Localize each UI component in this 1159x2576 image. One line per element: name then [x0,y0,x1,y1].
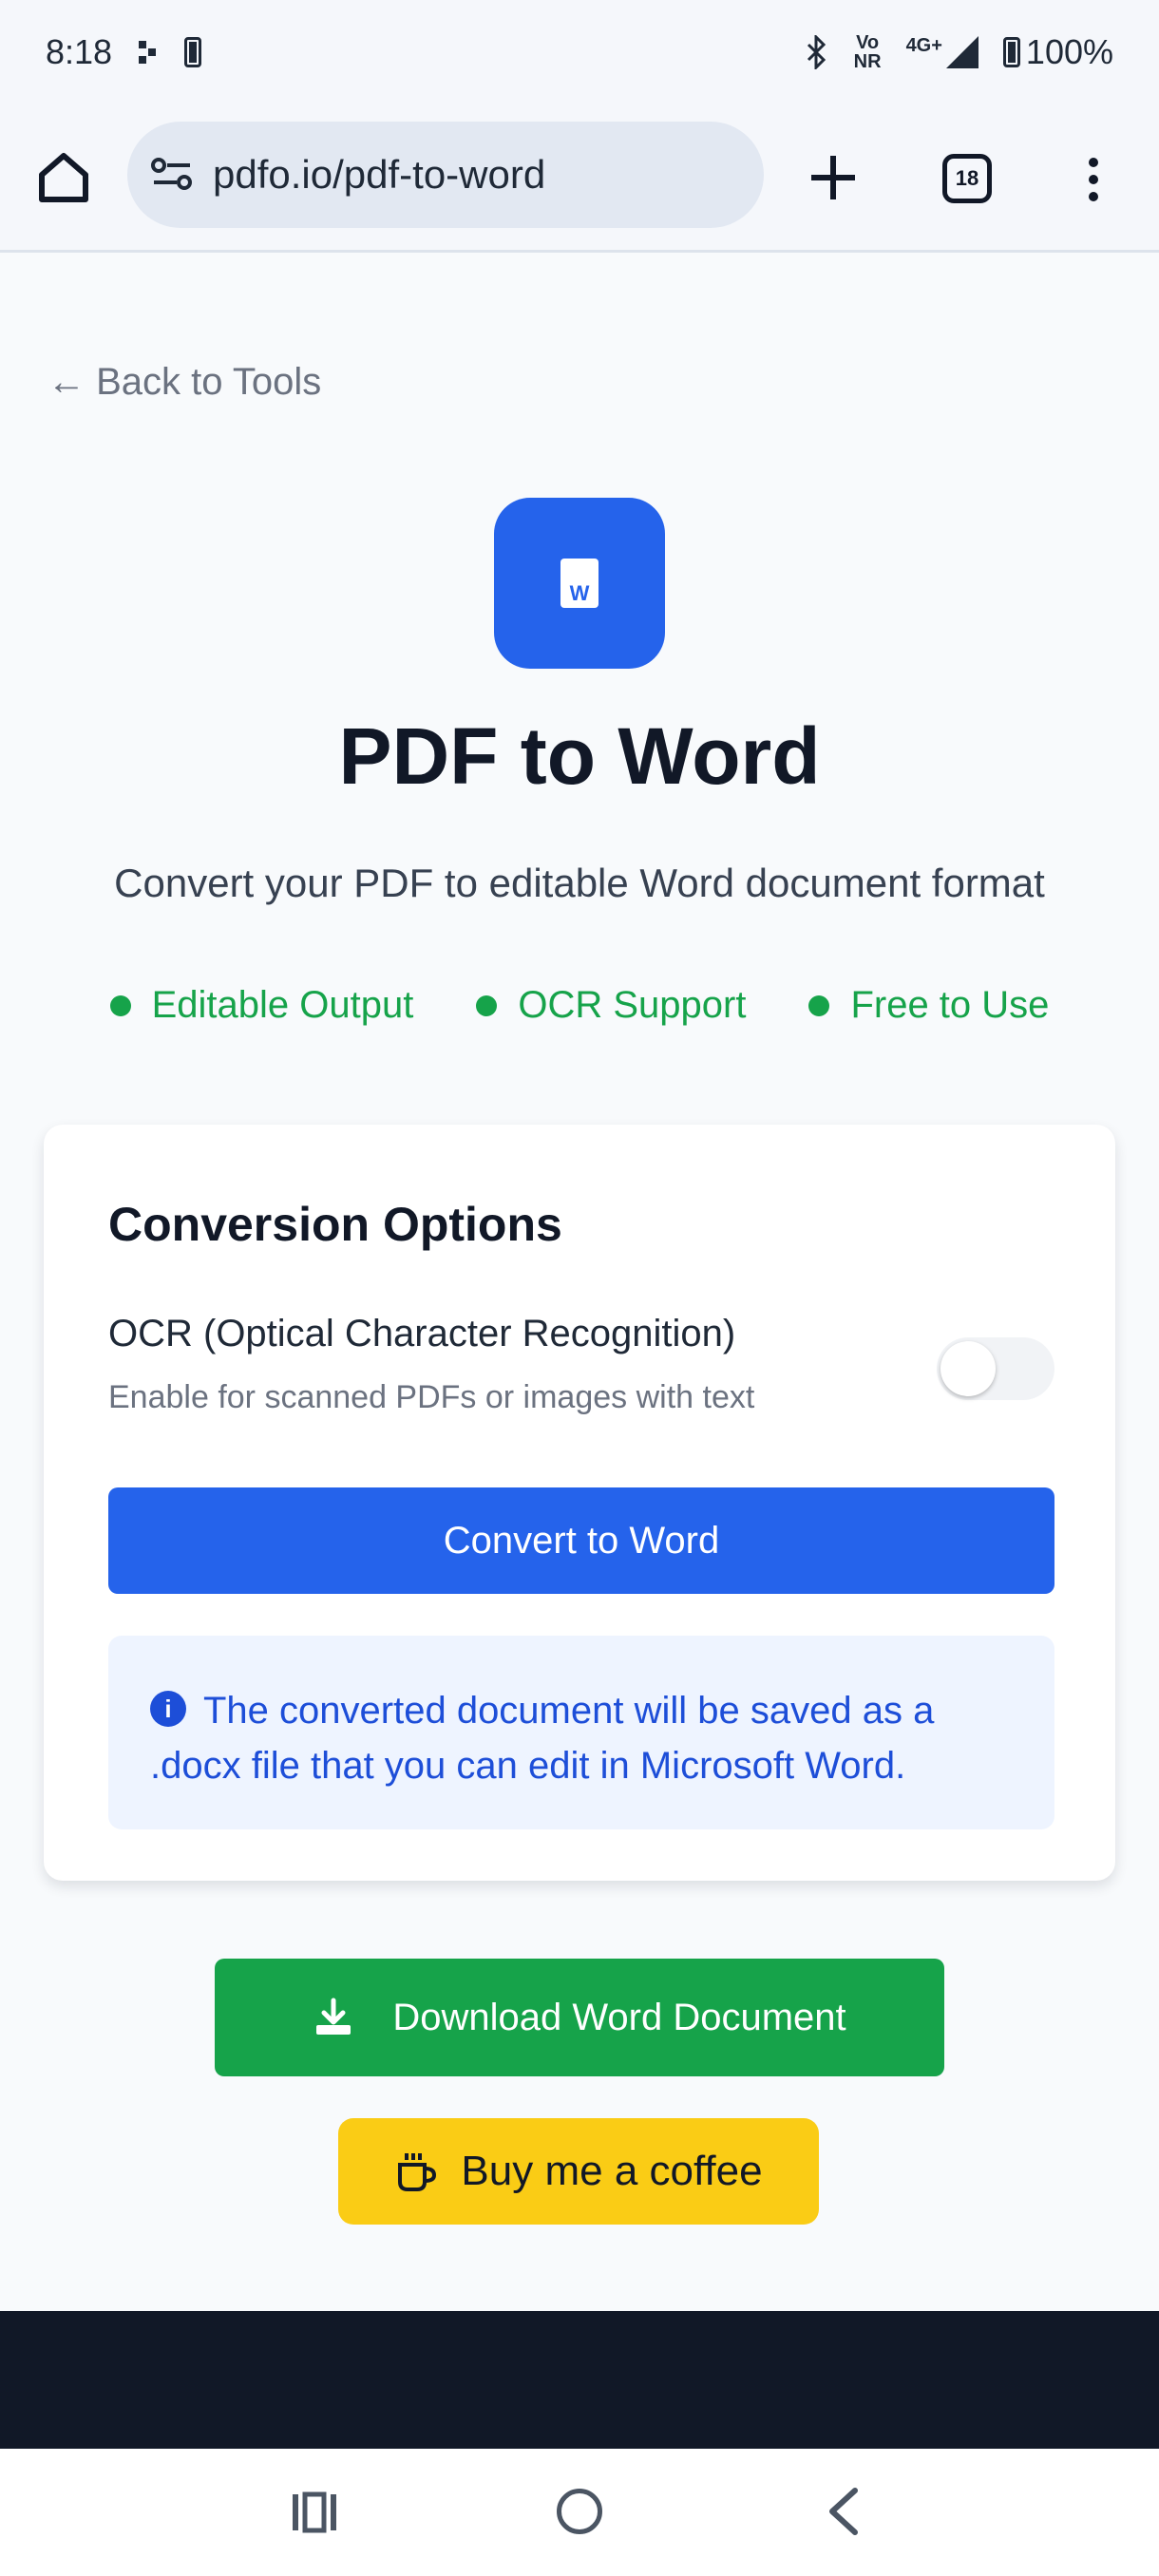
download-word-button[interactable]: Download Word Document [215,1959,944,2076]
doc-shape: W [560,559,598,608]
toggle-knob [940,1341,996,1396]
info-notice: i The converted document will be saved as… [108,1636,1054,1829]
page-subtitle: Convert your PDF to editable Word docume… [114,861,1045,905]
tab-switcher-button[interactable]: 18 [942,154,992,203]
site-settings-icon[interactable] [150,156,194,194]
feature-item: OCR Support [476,984,746,1027]
page-footer [0,2311,1159,2449]
feature-label: Editable Output [151,984,414,1026]
home-nav-icon[interactable] [557,2489,602,2534]
card-title: Conversion Options [108,1198,562,1251]
feature-dot-icon [109,994,131,1016]
page-title: PDF to Word [338,711,821,801]
back-to-tools-link[interactable]: ← Back to Tools [48,361,321,404]
volte-indicator: Vo NR [854,33,882,71]
download-label: Download Word Document [392,1996,846,2038]
status-bar: 8:18 Vo NR 4G+ 100% [0,0,1159,104]
home-icon[interactable] [36,150,91,205]
info-text: The converted document will be saved as … [150,1690,935,1787]
volte-bottom: NR [853,51,882,72]
url-text: pdfo.io/pdf-to-word [213,152,546,197]
back-nav-icon[interactable] [825,2487,863,2536]
conversion-options-card: Conversion Options OCR (Optical Characte… [44,1125,1115,1881]
status-left: 8:18 [46,32,202,72]
feature-item: Editable Output [109,984,414,1027]
status-right: Vo NR 4G+ 100% [805,32,1113,72]
battery-icon [1002,37,1020,67]
status-time: 8:18 [46,32,113,71]
coffee-cup-icon [398,2153,437,2191]
feature-dot-icon [476,994,498,1016]
recent-apps-icon[interactable] [291,2491,338,2534]
feature-item: Free to Use [808,984,1049,1027]
buy-me-a-coffee-button[interactable]: Buy me a coffee [338,2118,819,2225]
volte-top: Vo [856,32,880,53]
page-content: ← Back to Tools W PDF to Word Convert yo… [0,274,1159,2311]
convert-to-word-button[interactable]: Convert to Word [108,1487,1054,1594]
word-document-icon: W [494,498,665,669]
network-type: 4G+ [905,35,942,56]
battery-saver-icon [184,37,202,67]
browser-toolbar: pdfo.io/pdf-to-word 18 [0,104,1159,253]
feature-label: Free to Use [850,984,1050,1026]
download-icon [316,1998,352,2035]
ocr-help-text: Enable for scanned PDFs or images with t… [108,1379,755,1415]
address-bar[interactable]: pdfo.io/pdf-to-word [127,122,764,228]
coffee-label: Buy me a coffee [461,2148,763,2194]
signal-group: 4G+ [906,36,978,68]
ocr-label: OCR (Optical Character Recognition) [108,1313,736,1354]
ocr-toggle[interactable] [937,1337,1054,1400]
feature-dot-icon [808,994,830,1016]
battery-group: 100% [1002,32,1113,72]
notification-icon [139,41,157,64]
feature-list: Editable Output OCR Support Free to Use [0,984,1159,1027]
signal-icon [945,36,978,68]
screen: 8:18 Vo NR 4G+ 100% pdfo.io/pdf-to-word … [0,0,1159,2576]
new-tab-icon[interactable] [808,152,859,203]
bluetooth-icon [807,35,826,69]
menu-icon[interactable] [1079,152,1108,209]
doc-letter: W [569,581,590,605]
system-navigation-bar [0,2449,1159,2576]
info-icon: i [150,1691,186,1728]
feature-label: OCR Support [518,984,747,1026]
battery-level: 100% [1025,32,1113,71]
